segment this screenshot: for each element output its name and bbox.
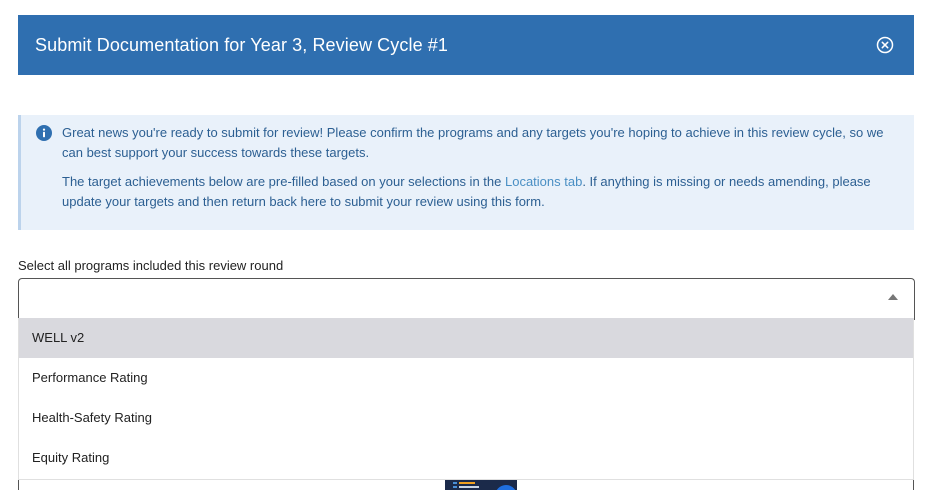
- option-health-safety-rating[interactable]: Health-Safety Rating: [19, 398, 913, 438]
- close-circle-icon[interactable]: [876, 36, 894, 54]
- option-performance-rating[interactable]: Performance Rating: [19, 358, 913, 398]
- caret-up-icon[interactable]: [888, 294, 898, 300]
- info-icon: [36, 125, 52, 141]
- info-paragraph-2: The target achievements below are pre-fi…: [62, 172, 896, 212]
- programs-dropdown-menu: WELL v2 Performance Rating Health-Safety…: [18, 318, 914, 480]
- info-paragraph-2-start: The target achievements below are pre-fi…: [62, 174, 505, 189]
- programs-field-label: Select all programs included this review…: [18, 258, 284, 273]
- locations-tab-link[interactable]: Locations tab: [505, 174, 582, 189]
- programs-select[interactable]: [18, 278, 915, 320]
- option-well-v2[interactable]: WELL v2: [19, 318, 913, 358]
- underlying-image-thumbnail: [445, 480, 517, 490]
- info-paragraph-1: Great news you're ready to submit for re…: [62, 125, 884, 160]
- modal-header: Submit Documentation for Year 3, Review …: [18, 15, 914, 75]
- modal-title: Submit Documentation for Year 3, Review …: [35, 34, 449, 55]
- option-equity-rating[interactable]: Equity Rating: [19, 438, 913, 478]
- info-alert: Great news you're ready to submit for re…: [18, 115, 914, 230]
